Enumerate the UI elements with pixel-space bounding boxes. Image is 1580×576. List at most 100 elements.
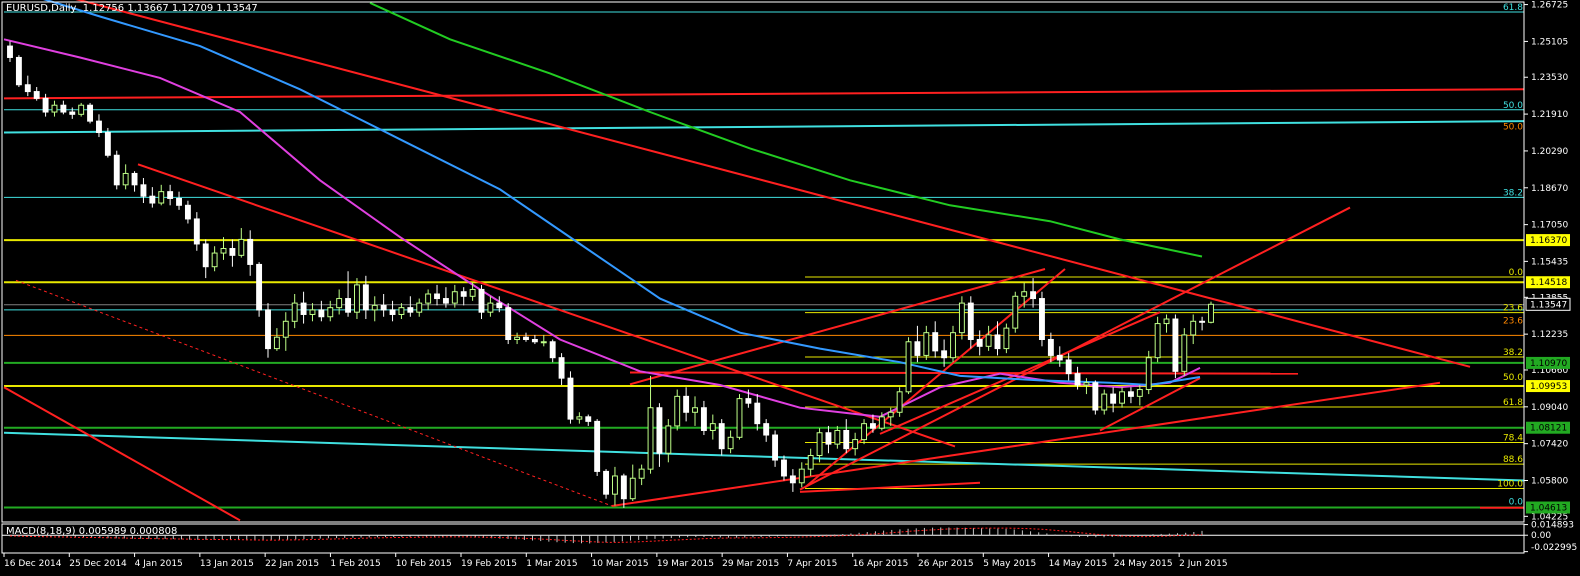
candle-body <box>834 429 841 445</box>
fib-level-label: 0.0 <box>1509 268 1524 278</box>
candle-body <box>745 398 752 404</box>
candle-body <box>220 248 227 254</box>
candle-body <box>1145 357 1152 391</box>
red-trend-line <box>799 481 981 493</box>
candle-body <box>7 45 13 58</box>
candle-body <box>772 434 779 461</box>
x-tick-label: 2 Jun 2015 <box>1179 559 1227 569</box>
candle-body <box>1199 320 1206 323</box>
candle-body <box>354 284 360 313</box>
candle-body <box>247 238 254 265</box>
candle-body <box>318 309 325 318</box>
candle-body <box>434 293 440 300</box>
candle-body <box>976 338 983 347</box>
price-label: 1.10970 <box>1530 359 1567 369</box>
candle-body <box>1074 373 1081 386</box>
candle-body <box>558 357 565 379</box>
candle-body <box>505 307 512 340</box>
candle-body <box>967 302 974 340</box>
candle-body <box>229 248 236 256</box>
x-tick-label: 4 Jan 2015 <box>135 559 183 569</box>
price-chart[interactable]: 61.8 50.0 50.0 38.2 0.0 23.6 23.6 38.2 50.0 61.8 7… <box>0 0 1580 572</box>
candle-body <box>113 154 120 186</box>
candle-body <box>256 263 263 311</box>
macd-title: MACD(8,18,9) 0.005989 0.000808 <box>6 526 178 537</box>
macd-tick-label: 0.014893 <box>1531 521 1574 531</box>
y-tick-label: 1.15435 <box>1531 257 1568 267</box>
candle-body <box>958 302 965 334</box>
candle-body <box>807 454 814 470</box>
candle-body <box>638 468 645 479</box>
candle-body <box>718 423 725 450</box>
price-label: 1.14518 <box>1530 278 1567 288</box>
x-tick-label: 19 Mar 2015 <box>657 559 714 569</box>
candle-body <box>1181 334 1188 372</box>
candle-body <box>852 439 859 450</box>
x-tick-label: 29 Mar 2015 <box>722 559 779 569</box>
candle-body <box>620 475 627 500</box>
fib-level-label: 23.6 <box>1503 304 1523 314</box>
candle-body <box>700 407 707 431</box>
candle-body <box>1039 298 1045 340</box>
price-label: 1.04613 <box>1530 504 1567 514</box>
x-tick-label: 22 Jan 2015 <box>265 559 319 569</box>
x-tick-label: 5 May 2015 <box>983 559 1036 569</box>
candle-body <box>994 334 1001 350</box>
candle-body <box>15 56 22 86</box>
x-tick-label: 14 May 2015 <box>1049 559 1108 569</box>
candle-body <box>496 302 503 309</box>
x-tick-label: 19 Feb 2015 <box>461 559 517 569</box>
candle-body <box>781 459 787 477</box>
price-label: 1.09953 <box>1530 382 1567 392</box>
y-tick-label: 1.12235 <box>1531 330 1568 340</box>
x-tick-label: 1 Feb 2015 <box>330 559 380 569</box>
fib-level-label: 61.8 <box>1503 398 1523 408</box>
candle-body <box>567 377 574 420</box>
candle-body <box>336 298 343 309</box>
candle-body <box>1119 391 1125 404</box>
candle-body <box>629 477 636 500</box>
chart-title: EURUSD,Daily 1.12756 1.13667 1.12709 1.1… <box>6 3 258 14</box>
candle-body <box>763 423 770 436</box>
y-tick-label: 1.26725 <box>1531 1 1568 11</box>
candle-body <box>950 332 956 359</box>
candle-body <box>282 320 289 338</box>
fib-level-label: 38.2 <box>1503 348 1523 358</box>
candle-body <box>727 436 734 450</box>
candle-body <box>362 284 369 311</box>
x-tick-label: 26 Apr 2015 <box>918 559 974 569</box>
candle-body <box>87 104 94 122</box>
x-tick-label: 7 Apr 2015 <box>787 559 837 569</box>
candle-body <box>549 341 556 359</box>
price-label: 1.16370 <box>1530 236 1567 246</box>
x-tick-label: 16 Dec 2014 <box>4 559 62 569</box>
candle-body <box>914 341 921 356</box>
candle-body <box>905 341 912 393</box>
chart-window[interactable]: 61.8 50.0 50.0 38.2 0.0 23.6 23.6 38.2 50.0 61.8 7… <box>0 0 1580 572</box>
candle-body <box>861 423 867 441</box>
cyan-trend-line <box>3 431 1525 482</box>
fib-level-label: 0.0 <box>1509 497 1524 507</box>
candle-body <box>869 423 876 429</box>
y-tick-label: 1.05800 <box>1531 477 1568 487</box>
candle-body <box>211 252 218 268</box>
candle-body <box>798 468 805 484</box>
candle-body <box>380 304 387 311</box>
candle-body <box>603 470 609 495</box>
fib-level-label: 78.4 <box>1503 434 1523 444</box>
candle-body <box>887 411 894 418</box>
candle-body <box>540 341 547 344</box>
macd-tick-label: 0.00 <box>1531 531 1551 541</box>
candle-body <box>1065 359 1072 375</box>
candle-body <box>24 84 31 93</box>
candle-body <box>345 298 352 313</box>
candle-body <box>33 91 40 99</box>
candle-body <box>300 302 307 315</box>
x-tick-label: 10 Feb 2015 <box>396 559 452 569</box>
candle-body <box>825 432 832 445</box>
candle-body <box>327 307 334 318</box>
candle-body <box>923 332 930 356</box>
y-tick-label: 1.07420 <box>1531 440 1568 450</box>
x-tick-label: 13 Jan 2015 <box>200 559 254 569</box>
candle-body <box>193 218 200 245</box>
